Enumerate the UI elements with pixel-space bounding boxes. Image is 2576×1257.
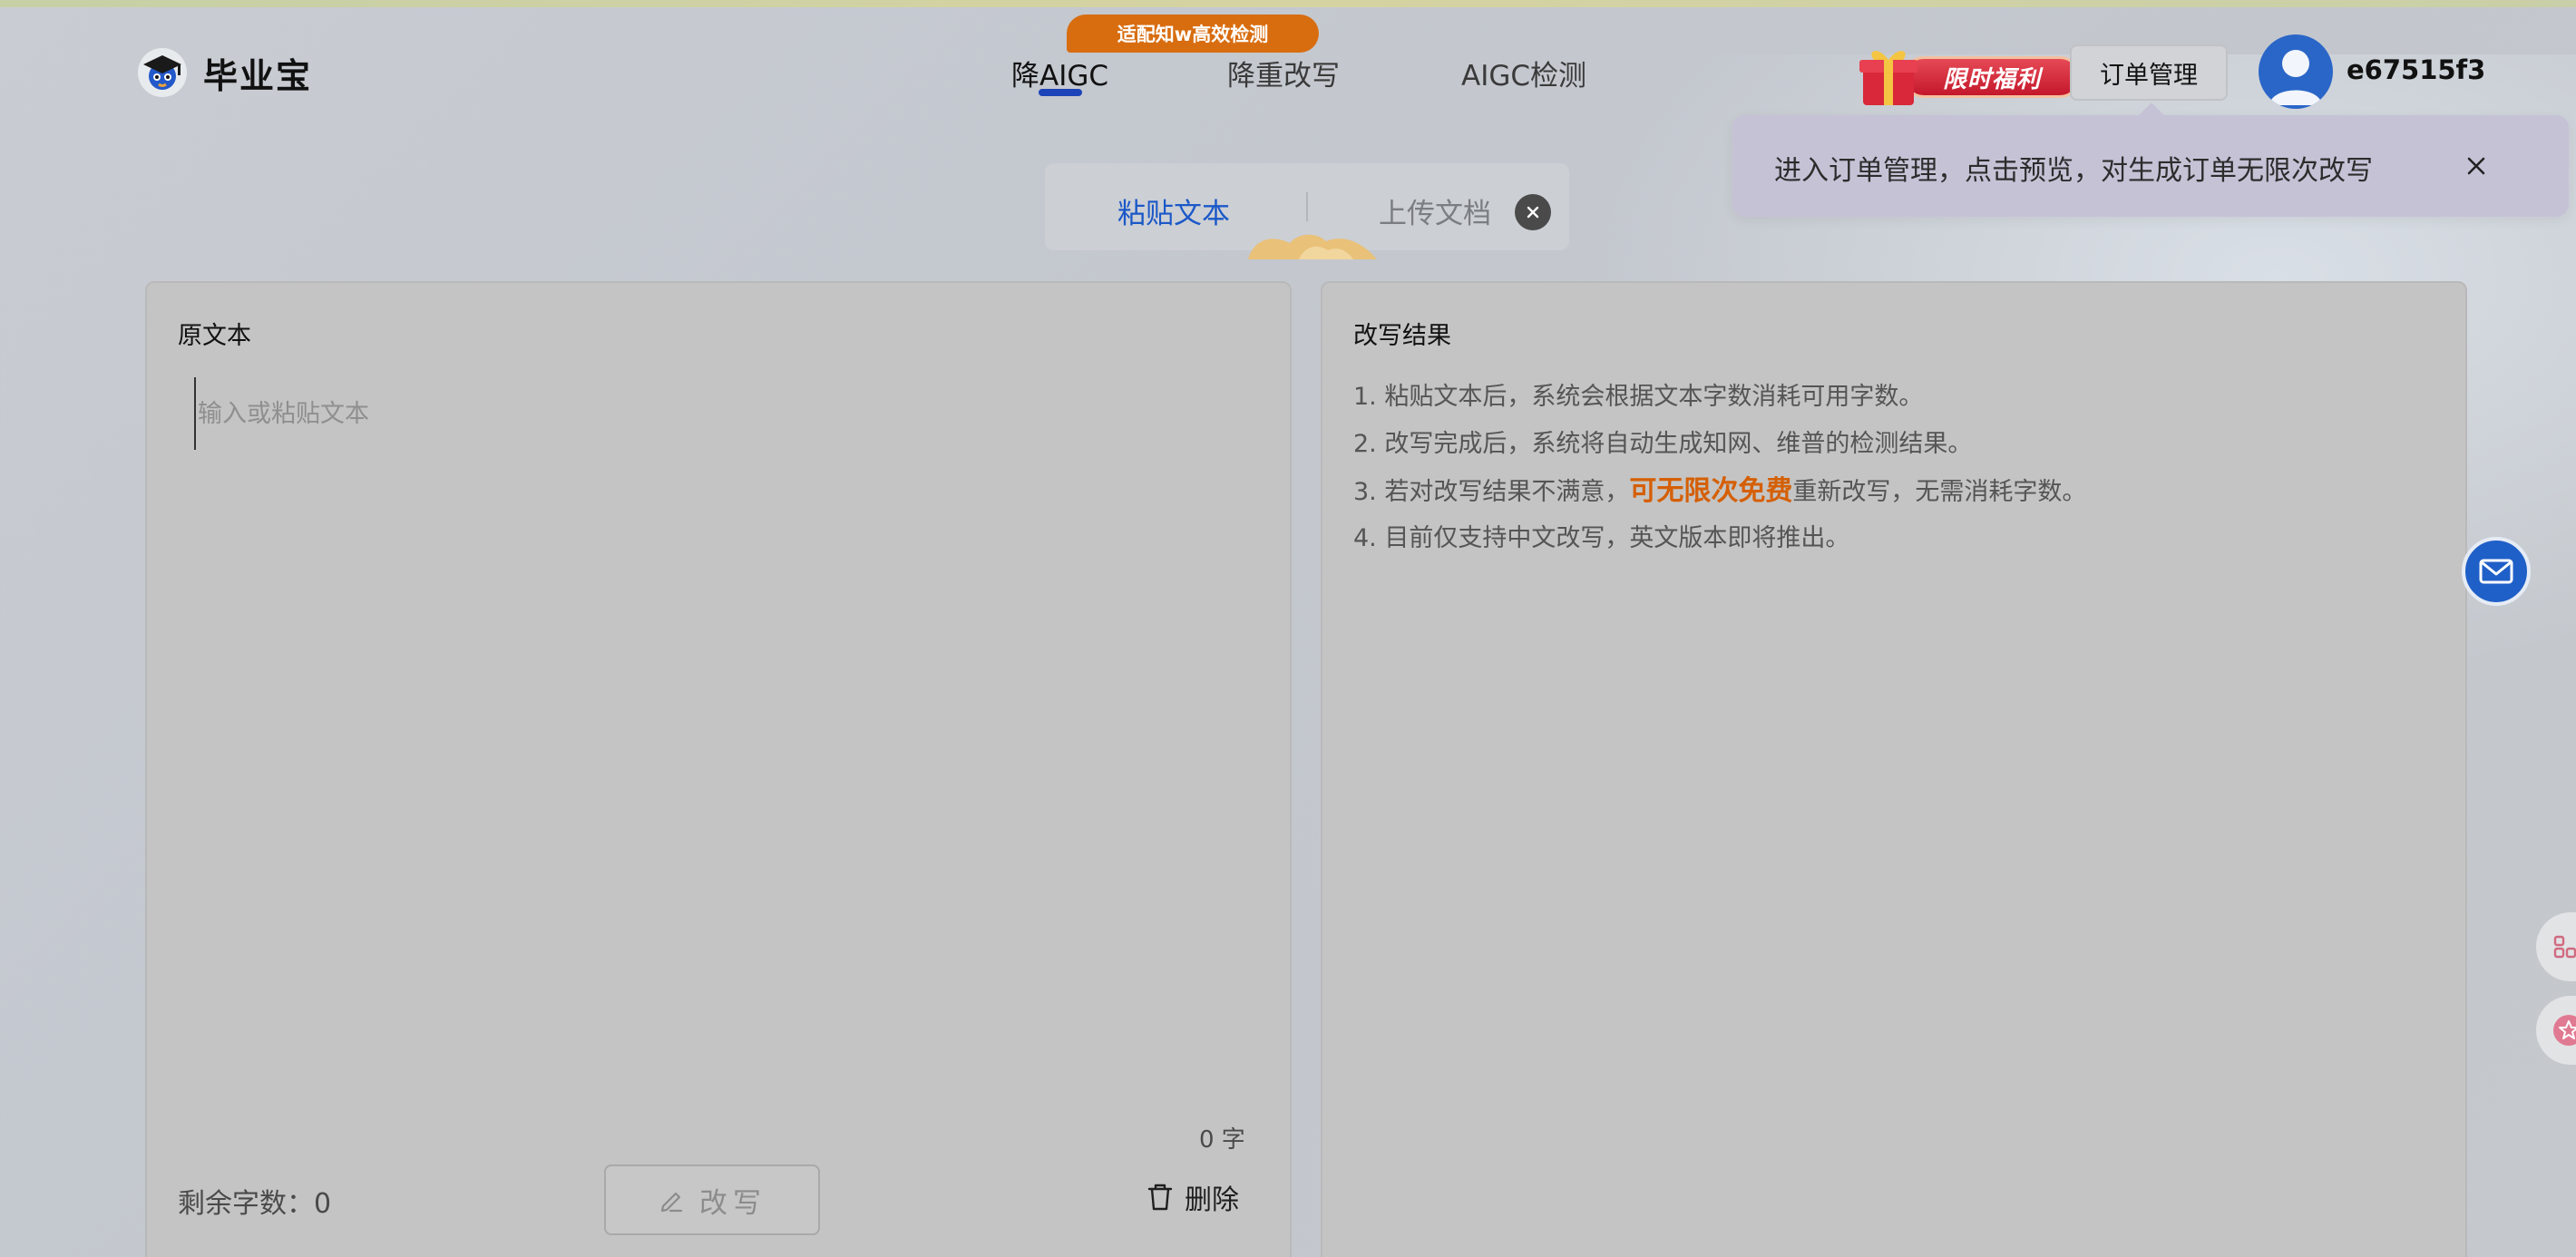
free-unlimited-highlight: 可无限次免费 <box>1629 475 1793 507</box>
rewrite-label: 改写 <box>699 1186 766 1220</box>
nav-promo-badge: 适配知w高效检测 <box>1067 15 1319 53</box>
username[interactable]: e67515f3 <box>2347 54 2485 85</box>
delete-label: 删除 <box>1185 1184 1239 1216</box>
panel-title-source: 原文本 <box>178 322 251 350</box>
order-tip-tooltip: 进入订单管理，点击预览，对生成订单无限次改写 <box>1732 102 2569 217</box>
instruction-item: 1. 粘贴文本后，系统会根据文本字数消耗可用字数。 <box>1353 383 1924 411</box>
close-icon[interactable] <box>1515 194 1551 230</box>
source-text-panel: 原文本 0 字 剩余字数：0 改写 删除 <box>145 281 1292 1257</box>
nav-item-rewrite[interactable]: 降重改写 <box>1227 53 1461 93</box>
trash-icon <box>1147 1184 1173 1211</box>
rewrite-button[interactable]: 改写 <box>604 1164 820 1235</box>
nav-active-indicator <box>1039 89 1082 96</box>
flame-decoration-icon <box>1248 234 1377 259</box>
close-icon[interactable] <box>2458 148 2494 184</box>
brand-name: 毕业宝 <box>203 55 313 96</box>
gift-icon <box>1859 51 1917 105</box>
order-management-button[interactable]: 订单管理 <box>2070 44 2228 101</box>
source-text-input[interactable] <box>194 377 1246 450</box>
avatar-person-icon <box>2269 50 2322 105</box>
main-nav: 降AIGC 降重改写 AIGC检测 <box>1011 53 1606 96</box>
instruction-text: 3. 若对改写结果不满意， <box>1353 478 1630 506</box>
nav-item-label: AIGC检测 <box>1461 60 1587 93</box>
remaining-label: 剩余字数： <box>178 1188 314 1220</box>
nav-item-label: 降重改写 <box>1227 60 1340 93</box>
limited-offer-promo[interactable]: 限时福利 <box>1854 36 2081 109</box>
promo-label: 限时福利 <box>1903 56 2081 98</box>
nav-item-aigc-detect[interactable]: AIGC检测 <box>1461 53 1606 93</box>
brand-logo[interactable]: 毕业宝 <box>138 45 312 100</box>
tab-upload-document[interactable]: 上传文档 <box>1379 190 1491 231</box>
delete-button[interactable]: 删除 <box>1147 1177 1239 1217</box>
graduation-cap-icon <box>138 48 187 97</box>
nav-item-reduce-aigc[interactable]: 降AIGC <box>1011 53 1227 96</box>
remaining-chars: 剩余字数：0 <box>178 1181 331 1221</box>
side-widget-favorite[interactable] <box>2536 996 2576 1065</box>
pencil-icon <box>660 1192 683 1213</box>
mail-float-button[interactable] <box>2462 537 2531 606</box>
tab-divider <box>1306 192 1308 221</box>
tab-paste-text[interactable]: 粘贴文本 <box>1117 190 1230 231</box>
instruction-item: 3. 若对改写结果不满意，可无限次免费重新改写，无需消耗字数。 <box>1353 473 2086 521</box>
instructions-list: 1. 粘贴文本后，系统会根据文本字数消耗可用字数。 2. 改写完成后，系统将自动… <box>1353 379 2086 568</box>
panel-title-result: 改写结果 <box>1353 322 1451 350</box>
user-avatar[interactable] <box>2259 34 2333 109</box>
instruction-item: 2. 改写完成后，系统将自动生成知网、维普的检测结果。 <box>1353 430 1973 458</box>
nav-item-label: 降AIGC <box>1011 60 1109 93</box>
grid-icon <box>2553 935 2576 959</box>
mail-icon <box>2479 559 2513 584</box>
instruction-text: 重新改写，无需消耗字数。 <box>1792 478 2087 506</box>
tooltip-text: 进入订单管理，点击预览，对生成订单无限次改写 <box>1774 155 2373 187</box>
star-badge-icon <box>2553 1015 2576 1046</box>
side-widget-apps[interactable] <box>2536 912 2576 981</box>
char-count: 0 字 <box>1199 1126 1245 1154</box>
instruction-item: 4. 目前仅支持中文改写，英文版本即将推出。 <box>1353 524 1850 552</box>
rewrite-result-panel: 改写结果 1. 粘贴文本后，系统会根据文本字数消耗可用字数。 2. 改写完成后，… <box>1321 281 2467 1257</box>
remaining-value: 0 <box>314 1188 332 1220</box>
